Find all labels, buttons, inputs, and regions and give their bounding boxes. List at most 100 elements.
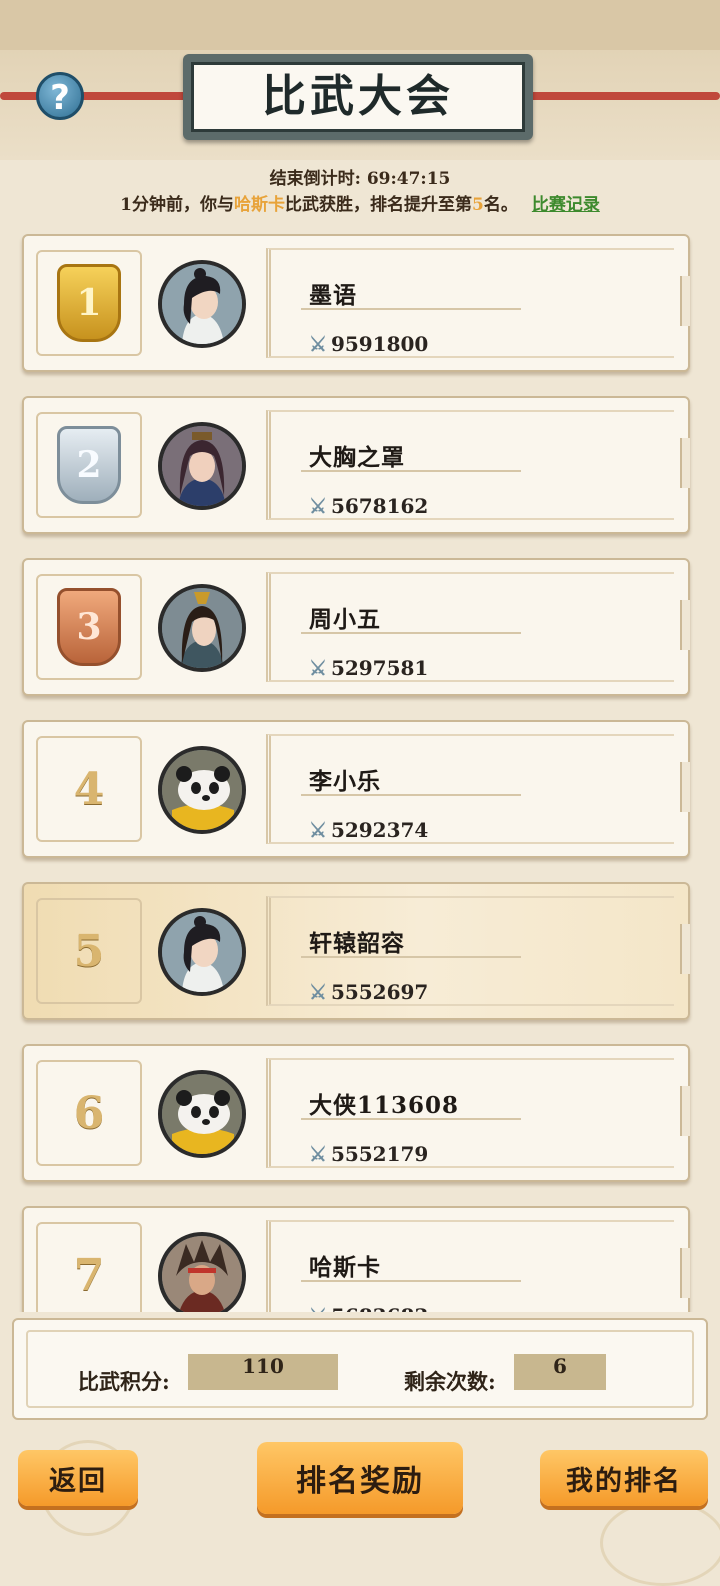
notice-prefix: 1分钟前，你与 — [120, 195, 234, 215]
my-ranking-button[interactable]: 我的排名 — [540, 1450, 708, 1506]
gold-medal-icon: 1 — [57, 264, 121, 342]
rank-box: 7 — [36, 1222, 142, 1312]
rank-box: 1 — [36, 250, 142, 356]
notice-suffix: 名。 — [483, 195, 518, 215]
top-background — [0, 0, 720, 50]
ranking-row: 6大侠113608⚔5552179比武 — [22, 1044, 690, 1182]
divider — [301, 1118, 521, 1120]
player-name: 墨语 — [309, 282, 357, 309]
power-value: 5552697 — [330, 980, 429, 1004]
ranking-rewards-button[interactable]: 排名奖励 — [257, 1442, 463, 1514]
help-icon[interactable]: ? — [36, 72, 84, 120]
points-value: 110 — [188, 1354, 338, 1390]
divider — [301, 308, 521, 310]
back-button[interactable]: 返回 — [18, 1450, 138, 1506]
countdown: 结束倒计时: 69:47:15 — [0, 164, 720, 189]
ranking-list[interactable]: 1墨语⚔9591800比武2大胸之罩⚔5678162比武3周小五⚔5297581… — [0, 230, 720, 1312]
player-info: 轩辕韶容 ⚔ 5552697 — [266, 896, 674, 1006]
crossed-swords-icon: ⚔ — [309, 494, 327, 518]
player-info: 大胸之罩⚔5678162比武 — [266, 410, 674, 520]
power-value: 5683683 — [331, 1304, 428, 1312]
scroll-notch — [680, 762, 690, 812]
rank-box: 5 — [36, 898, 142, 1004]
player-name: 大胸之罩 — [309, 444, 405, 471]
scroll-notch — [680, 1086, 690, 1136]
divider — [301, 956, 521, 958]
crossed-swords-icon: ⚔ — [309, 980, 327, 1004]
crossed-swords-icon: ⚔ — [309, 656, 327, 680]
notice-middle: 比武获胜，排名提升至第 — [285, 195, 472, 215]
player-avatar[interactable] — [158, 422, 246, 510]
ranking-row: 4李小乐⚔5292374比武 — [22, 720, 690, 858]
player-power: ⚔ 5552179 — [309, 1142, 428, 1166]
player-avatar[interactable] — [158, 746, 246, 834]
player-info: 墨语⚔9591800比武 — [266, 248, 674, 358]
divider — [301, 632, 521, 634]
player-avatar[interactable] — [158, 908, 246, 996]
crossed-swords-icon: ⚔ — [309, 818, 327, 842]
rank-number: 6 — [73, 1087, 105, 1139]
player-name: 李小乐 — [309, 768, 381, 795]
rank-box: 3 — [36, 574, 142, 680]
player-info: 周小五⚔5297581比武 — [266, 572, 674, 682]
player-name: 哈斯卡 — [309, 1254, 381, 1281]
page-title: 比武大会 — [191, 62, 525, 132]
stats-inner: 比武积分: 110 剩余次数: 6 — [26, 1330, 694, 1408]
player-power: ⚔ 5678162 — [309, 494, 428, 518]
power-value: 9591800 — [330, 332, 429, 356]
player-info: 大侠113608⚔5552179比武 — [266, 1058, 674, 1168]
ranking-row: 1墨语⚔9591800比武 — [22, 234, 690, 372]
rank-number: 5 — [73, 925, 105, 977]
battle-notice: 1分钟前，你与哈斯卡比武获胜，排名提升至第5名。 比赛记录 — [0, 190, 720, 215]
player-avatar[interactable] — [158, 584, 246, 672]
player-name: 轩辕韶容 — [309, 930, 405, 957]
player-info: 李小乐⚔5292374比武 — [266, 734, 674, 844]
rank-box: 6 — [36, 1060, 142, 1166]
rank-number: 7 — [73, 1249, 105, 1301]
player-name: 周小五 — [309, 606, 381, 633]
divider — [301, 470, 521, 472]
scroll-notch — [680, 276, 690, 326]
red-rope-right — [525, 92, 720, 100]
player-power: ⚔ 5552697 — [309, 980, 428, 1004]
player-info: 哈斯卡⚔5683683比武 — [266, 1220, 674, 1312]
divider — [301, 794, 521, 796]
remaining-label: 剩余次数: — [404, 1369, 496, 1394]
player-power: ⚔ 5297581 — [309, 656, 428, 680]
points-label: 比武积分: — [78, 1369, 170, 1394]
rank-box: 4 — [36, 736, 142, 842]
bronze-medal-icon: 3 — [57, 588, 121, 666]
scroll-notch — [680, 924, 690, 974]
red-rope-left — [0, 92, 190, 100]
scroll-notch — [680, 1248, 690, 1298]
notice-opponent: 哈斯卡 — [234, 195, 285, 215]
countdown-label: 结束倒计时: — [269, 169, 361, 189]
player-name: 大侠113608 — [309, 1092, 460, 1119]
match-record-link[interactable]: 比赛记录 — [532, 195, 600, 215]
ranking-row-self: 5 轩辕韶容 ⚔ 5552697 — [22, 882, 690, 1020]
notice-rank: 5 — [472, 195, 484, 215]
decor-swirl — [600, 1500, 720, 1586]
crossed-swords-icon: ⚔ — [309, 1142, 327, 1166]
ranking-row: 2大胸之罩⚔5678162比武 — [22, 396, 690, 534]
crossed-swords-icon: ⚔ — [309, 1304, 327, 1312]
power-value: 5678162 — [330, 494, 429, 518]
player-avatar[interactable] — [158, 1232, 246, 1312]
countdown-value: 69:47:15 — [366, 169, 451, 189]
stats-panel: 比武积分: 110 剩余次数: 6 — [12, 1318, 708, 1420]
power-value: 5292374 — [330, 818, 429, 842]
title-plaque: 比武大会 — [183, 54, 533, 140]
rank-number: 4 — [73, 763, 105, 815]
player-avatar[interactable] — [158, 260, 246, 348]
crossed-swords-icon: ⚔ — [309, 332, 327, 356]
scroll-notch — [680, 600, 690, 650]
player-avatar[interactable] — [158, 1070, 246, 1158]
scroll-notch — [680, 438, 690, 488]
rank-box: 2 — [36, 412, 142, 518]
divider — [301, 1280, 521, 1282]
ranking-row: 7哈斯卡⚔5683683比武 — [22, 1206, 690, 1312]
ranking-row: 3周小五⚔5297581比武 — [22, 558, 690, 696]
remaining-value: 6 — [514, 1354, 606, 1390]
player-power: ⚔ 5683683 — [309, 1304, 428, 1312]
power-value: 5552179 — [330, 1142, 429, 1166]
